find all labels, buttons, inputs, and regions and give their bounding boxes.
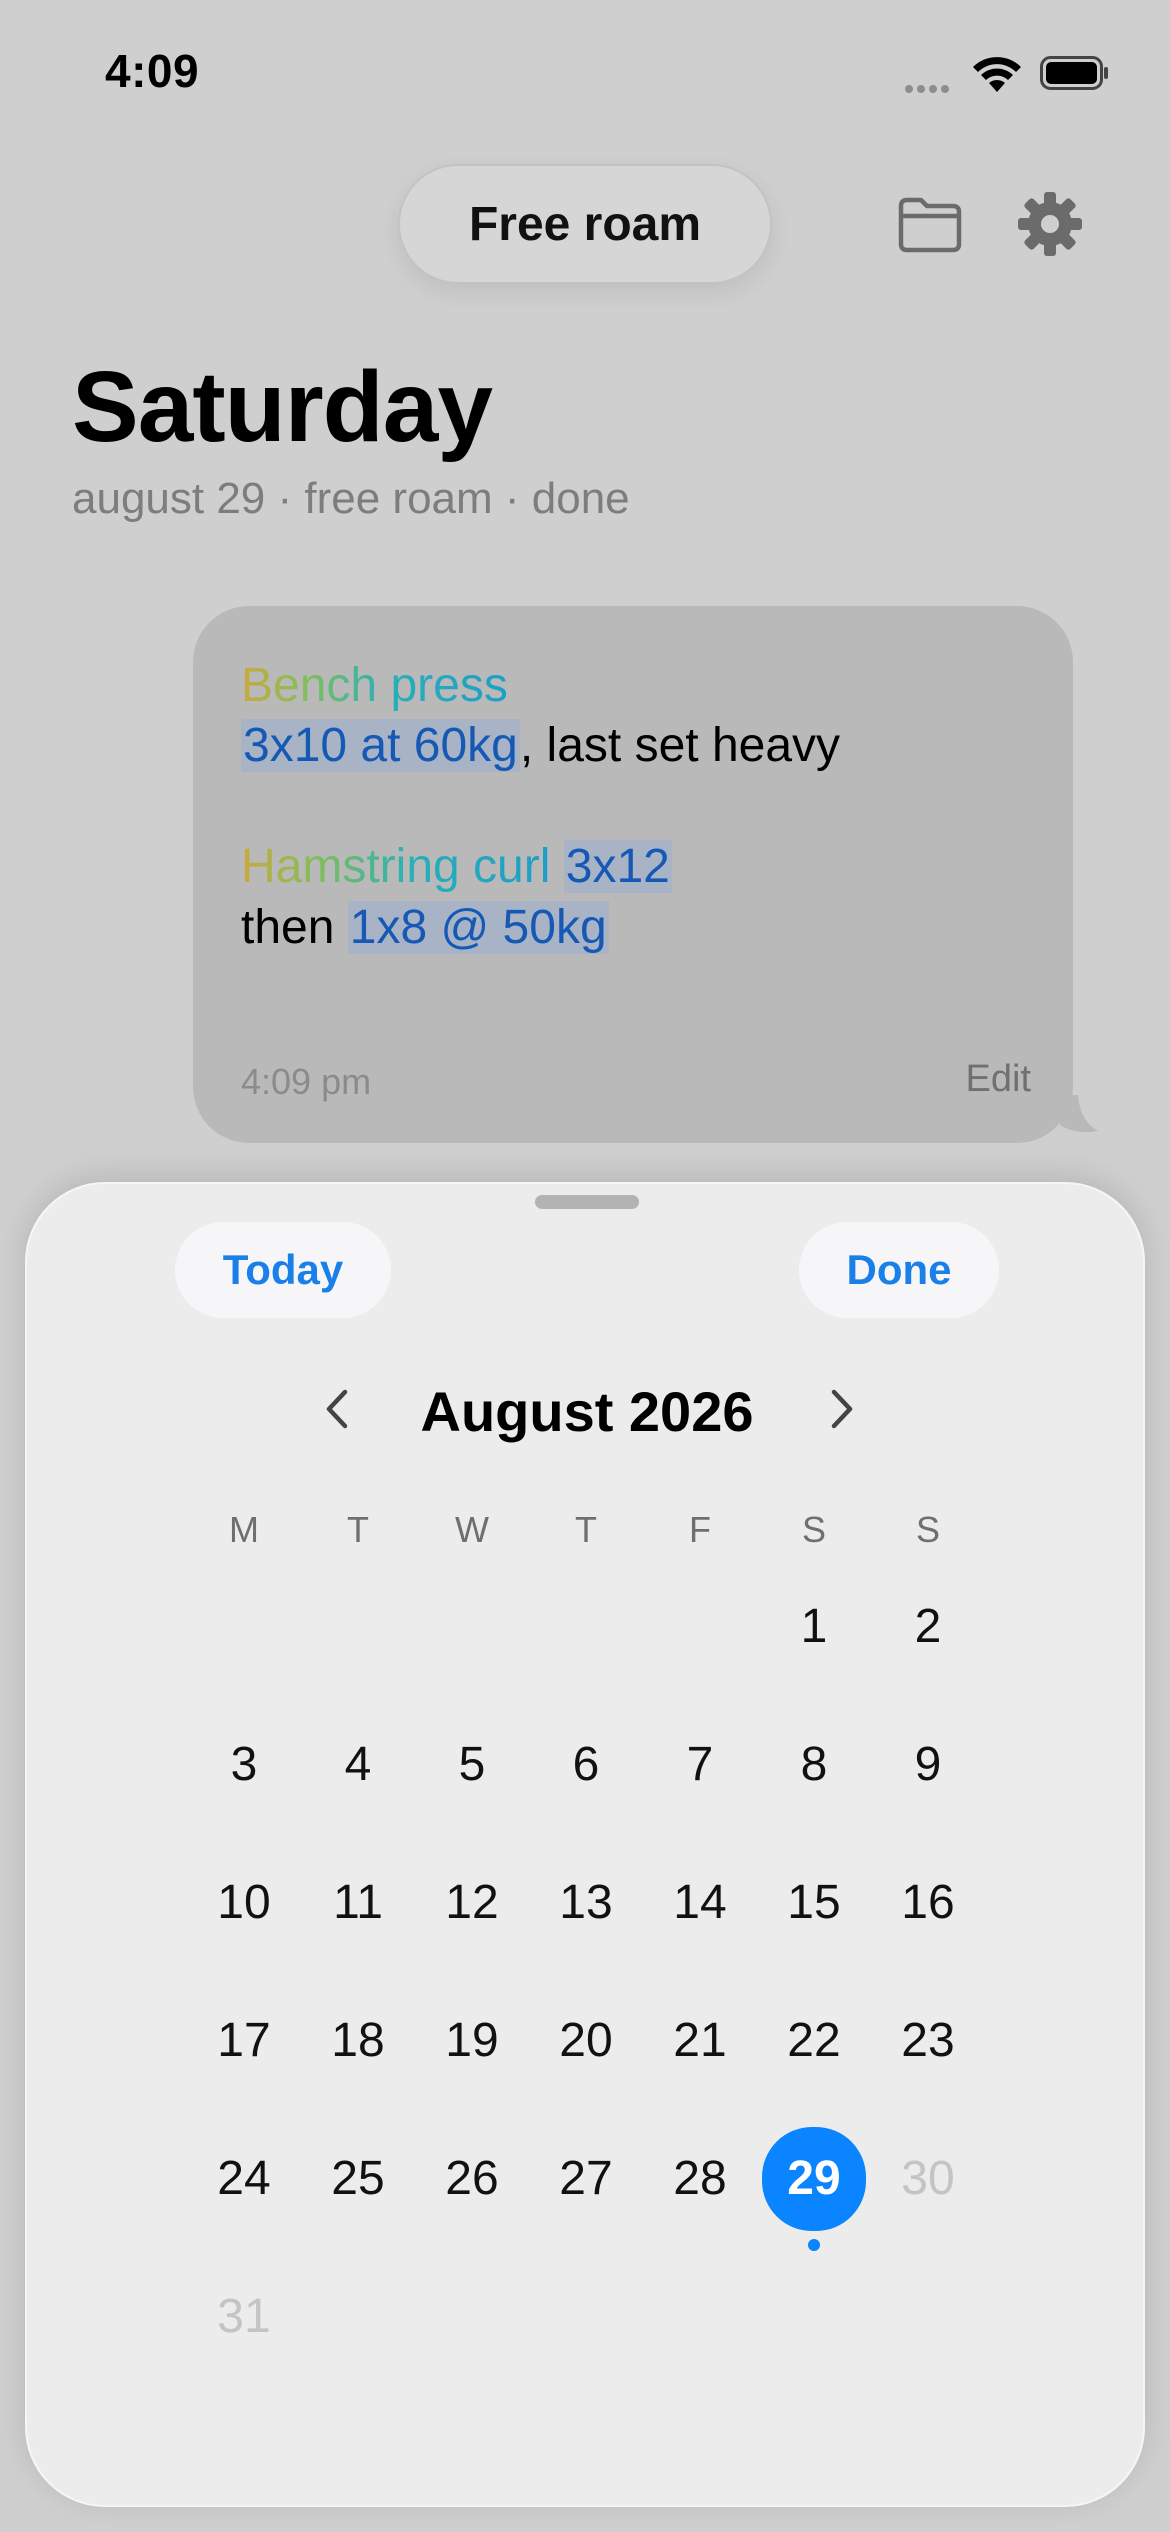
month-title: August 2026 bbox=[420, 1380, 754, 1443]
calendar-day[interactable]: 27 bbox=[536, 2129, 636, 2229]
calendar-day[interactable]: 18 bbox=[308, 1991, 408, 2091]
exercise-2-name: Hamstring curl bbox=[241, 840, 551, 893]
exercise-2-then: then bbox=[241, 901, 335, 954]
calendar-day[interactable]: 9 bbox=[878, 1715, 978, 1815]
calendar-day[interactable]: 12 bbox=[422, 1853, 522, 1953]
calendar-day[interactable]: 24 bbox=[194, 2129, 294, 2229]
status-bar: 4:09 bbox=[0, 0, 1170, 140]
calendar-day[interactable]: 19 bbox=[422, 1991, 522, 2091]
cellular-signal-icon bbox=[905, 80, 953, 98]
exercise-1-sets: 3x10 at 60kg bbox=[241, 719, 520, 772]
exercise-2-detail: 1x8 @ 50kg bbox=[347, 901, 609, 954]
day-title: Saturday bbox=[72, 351, 493, 463]
weekday-label: W bbox=[455, 1509, 489, 1550]
calendar-day[interactable]: 23 bbox=[878, 1991, 978, 2091]
exercise-2-name-line: Hamstring curl 3x12 bbox=[241, 839, 672, 894]
bubble-tail bbox=[1060, 1095, 1098, 1133]
weekday-label: T bbox=[575, 1509, 597, 1550]
today-button[interactable]: Today bbox=[175, 1222, 391, 1318]
calendar-day[interactable]: 16 bbox=[878, 1853, 978, 1953]
calendar-day[interactable]: 28 bbox=[650, 2129, 750, 2229]
workout-note-bubble[interactable]: Bench press 3x10 at 60kg, last set heavy… bbox=[193, 606, 1073, 1143]
day-subtitle: august 29 · free roam · done bbox=[72, 474, 630, 523]
note-timestamp: 4:09 pm bbox=[241, 1061, 372, 1102]
calendar-day[interactable]: 17 bbox=[194, 1991, 294, 2091]
exercise-2-detail-line: then 1x8 @ 50kg bbox=[241, 900, 609, 955]
calendar-day[interactable]: 20 bbox=[536, 1991, 636, 2091]
exercise-1-comment: , last set heavy bbox=[519, 719, 841, 772]
chevron-right-icon[interactable] bbox=[822, 1384, 862, 1434]
calendar-day[interactable]: 3 bbox=[194, 1715, 294, 1815]
calendar-day[interactable]: 10 bbox=[194, 1853, 294, 1953]
sheet-grabber[interactable] bbox=[535, 1195, 639, 1209]
exercise-1-name-line: Bench press bbox=[241, 658, 508, 713]
exercise-1-name: Bench press bbox=[241, 659, 508, 712]
date-picker-sheet: Today Done August 2026 M T W T F S S 1 2… bbox=[25, 1182, 1145, 2507]
done-button[interactable]: Done bbox=[799, 1222, 999, 1318]
weekday-label: F bbox=[689, 1509, 711, 1550]
calendar-day-disabled: 31 bbox=[217, 2290, 271, 2343]
calendar-day[interactable]: 5 bbox=[422, 1715, 522, 1815]
calendar-day[interactable]: 8 bbox=[764, 1715, 864, 1815]
mode-selector-button[interactable]: Free roam bbox=[398, 164, 772, 284]
calendar-day[interactable]: 21 bbox=[650, 1991, 750, 2091]
calendar-day-disabled: 30 bbox=[901, 2152, 955, 2205]
calendar-day[interactable]: 11 bbox=[308, 1853, 408, 1953]
calendar-day[interactable]: 6 bbox=[536, 1715, 636, 1815]
exercise-1-detail-line: 3x10 at 60kg, last set heavy bbox=[241, 718, 840, 773]
folder-icon[interactable] bbox=[895, 192, 965, 256]
wifi-icon bbox=[973, 57, 1021, 92]
calendar-day-selected[interactable]: 29 bbox=[762, 2127, 866, 2231]
weekday-label: S bbox=[801, 1509, 826, 1550]
weekday-label: T bbox=[347, 1509, 369, 1550]
calendar-day[interactable]: 22 bbox=[764, 1991, 864, 2091]
exercise-2-sets: 3x12 bbox=[563, 840, 672, 893]
edit-button[interactable]: Edit bbox=[966, 1058, 1031, 1101]
status-time: 4:09 bbox=[105, 45, 200, 97]
calendar-day[interactable]: 7 bbox=[650, 1715, 750, 1815]
calendar-day[interactable]: 2 bbox=[878, 1577, 978, 1677]
calendar-day[interactable]: 15 bbox=[764, 1853, 864, 1953]
battery-icon bbox=[1040, 56, 1108, 90]
calendar-day[interactable]: 4 bbox=[308, 1715, 408, 1815]
gear-icon[interactable] bbox=[1016, 190, 1084, 258]
calendar-day[interactable]: 13 bbox=[536, 1853, 636, 1953]
weekday-label: S bbox=[915, 1509, 940, 1550]
weekday-label: M bbox=[229, 1509, 259, 1550]
selected-day-indicator-dot bbox=[808, 2239, 820, 2251]
calendar-day[interactable]: 25 bbox=[308, 2129, 408, 2229]
calendar-day[interactable]: 26 bbox=[422, 2129, 522, 2229]
calendar-day[interactable]: 14 bbox=[650, 1853, 750, 1953]
calendar-day[interactable]: 1 bbox=[764, 1577, 864, 1677]
